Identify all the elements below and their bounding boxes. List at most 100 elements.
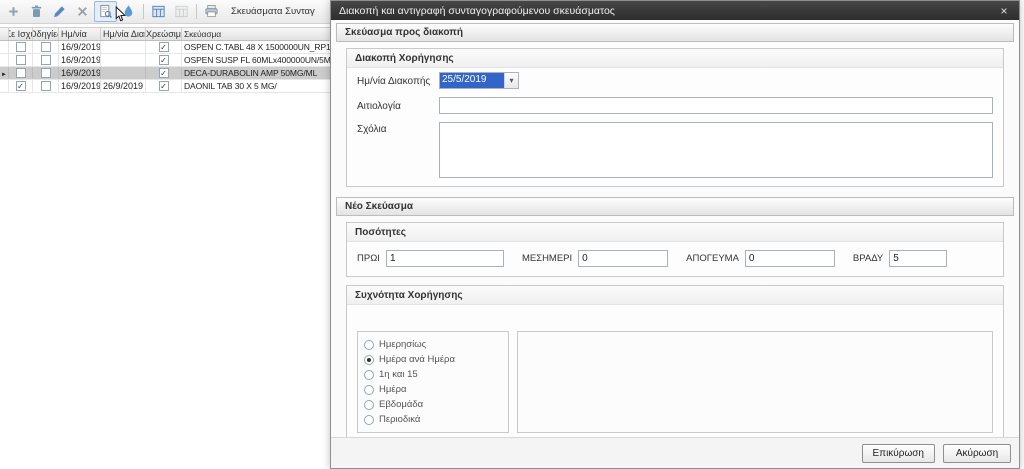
- add-button[interactable]: [2, 1, 25, 22]
- date-cell: 16/9/2019: [59, 80, 101, 92]
- reason-input[interactable]: [439, 97, 993, 114]
- active-cell[interactable]: [9, 41, 33, 53]
- confirm-button[interactable]: Επικύρωση: [862, 444, 936, 463]
- frequency-detail-panel: [517, 331, 993, 433]
- printer-icon: [204, 4, 219, 19]
- freq-option-first-and-15th[interactable]: 1η και 15: [364, 369, 502, 380]
- chargeable-cell[interactable]: [146, 54, 182, 66]
- schedule-button[interactable]: [147, 1, 170, 22]
- column-header-instructions[interactable]: Οδηγίες: [33, 28, 59, 40]
- qty-input-evening[interactable]: [889, 250, 947, 267]
- column-header-date[interactable]: Ημ/νία: [59, 28, 101, 40]
- freq-option-day[interactable]: Ημέρα: [364, 384, 502, 395]
- active-checkbox[interactable]: [16, 42, 26, 52]
- active-checkbox[interactable]: [16, 81, 26, 91]
- x-icon: [75, 4, 90, 19]
- radio-icon: [364, 385, 374, 395]
- medication-name-cell: OSPEN C.TABL 48 X 1500000UN_RP12: [182, 41, 331, 53]
- table-row[interactable]: 16/9/2019 OSPEN C.TABL 48 X 1500000UN_RP…: [0, 41, 331, 54]
- chargeable-checkbox[interactable]: [159, 81, 169, 91]
- chargeable-cell[interactable]: [146, 67, 182, 79]
- stop-date-combobox[interactable]: 25/5/2019: [439, 72, 519, 89]
- medication-grid: Σε Ισχύ Οδηγίες Ημ/νία Ημ/νία Διακ Χρεώσ…: [0, 27, 331, 93]
- delete-button[interactable]: [25, 1, 48, 22]
- freq-option-label: 1η και 15: [379, 369, 418, 380]
- chargeable-cell[interactable]: [146, 80, 182, 92]
- qty-input-morning[interactable]: [386, 250, 504, 267]
- qty-field-noon: ΜΕΣΗΜΕΡΙ: [522, 250, 668, 267]
- instructions-cell[interactable]: [33, 67, 59, 79]
- reason-label: Αιτιολογία: [357, 99, 439, 112]
- qty-input-afternoon[interactable]: [745, 250, 835, 267]
- column-header-medication[interactable]: Σκεύασμα: [182, 28, 331, 40]
- radio-icon: [364, 355, 374, 365]
- chargeable-cell[interactable]: [146, 41, 182, 53]
- stop-date-cell: [101, 67, 146, 79]
- table-row[interactable]: 16/9/2019 26/9/2019 DAONIL TAB 30 X 5 MG…: [0, 80, 331, 93]
- preview-button[interactable]: [94, 1, 117, 22]
- dialog-body: Σκεύασμα προς διακοπή Διακοπή Χορήγησης …: [331, 20, 1019, 437]
- edit-button[interactable]: [48, 1, 71, 22]
- column-header-stop-date[interactable]: Ημ/νία Διακ: [101, 28, 146, 40]
- column-header-active[interactable]: Σε Ισχύ: [9, 28, 33, 40]
- group-frequency: Συχνότητα Χορήγησης Ημερησίως Ημέρα ανά …: [346, 285, 1004, 437]
- date-cell: 16/9/2019: [59, 41, 101, 53]
- group-title-discontinue: Διακοπή Χορήγησης: [347, 49, 1003, 68]
- qty-field-morning: ΠΡΩΙ: [357, 250, 504, 267]
- qty-input-noon[interactable]: [578, 250, 668, 267]
- table-row[interactable]: 16/9/2019 DECA-DURABOLIN AMP 50MG/ML: [0, 67, 331, 80]
- dialog-titlebar: Διακοπή και αντιγραφή συνταγογραφούμενου…: [331, 1, 1019, 20]
- qty-label-noon: ΜΕΣΗΜΕΡΙ: [522, 253, 572, 264]
- date-cell: 16/9/2019: [59, 54, 101, 66]
- qty-label-evening: ΒΡΑΔΥ: [853, 253, 883, 264]
- schedule-alt-button[interactable]: [170, 1, 193, 22]
- table-gray-icon: [174, 4, 189, 19]
- plus-icon: [6, 4, 21, 19]
- active-cell[interactable]: [9, 54, 33, 66]
- cancel-edit-button[interactable]: [71, 1, 94, 22]
- close-icon[interactable]: ×: [997, 4, 1011, 18]
- cancel-button[interactable]: Ακύρωση: [943, 444, 1011, 463]
- active-cell[interactable]: [9, 67, 33, 79]
- chargeable-checkbox[interactable]: [159, 68, 169, 78]
- stop-date-cell: [101, 54, 146, 66]
- date-cell: 16/9/2019: [59, 67, 101, 79]
- group-quantities: Ποσότητες ΠΡΩΙ ΜΕΣΗΜΕΡΙ ΑΠΟΓΕΥΜΑ ΒΡΑΔΥ: [346, 222, 1004, 277]
- freq-option-every-other-day[interactable]: Ημέρα ανά Ημέρα: [364, 354, 502, 365]
- row-indicator-cell: [0, 54, 9, 66]
- toolbar: Σκευάσματα Συνταγ: [0, 0, 332, 24]
- comments-textarea[interactable]: [439, 122, 993, 178]
- chargeable-checkbox[interactable]: [159, 55, 169, 65]
- active-checkbox[interactable]: [16, 55, 26, 65]
- instructions-checkbox[interactable]: [41, 55, 51, 65]
- table-row[interactable]: 16/9/2019 OSPEN SUSP FL 60MLx400000UN/5M…: [0, 54, 331, 67]
- row-indicator-cell: [0, 67, 9, 79]
- qty-field-evening: ΒΡΑΔΥ: [853, 250, 947, 267]
- instructions-cell[interactable]: [33, 41, 59, 53]
- toolbar-separator: [196, 4, 197, 19]
- freq-option-daily[interactable]: Ημερησίως: [364, 339, 502, 350]
- instructions-checkbox[interactable]: [41, 42, 51, 52]
- active-cell[interactable]: [9, 80, 33, 92]
- instructions-cell[interactable]: [33, 54, 59, 66]
- column-header-chargeable[interactable]: Χρεώσιμ: [146, 28, 182, 40]
- freq-option-label: Ημερησίως: [379, 339, 426, 350]
- group-discontinue-administration: Διακοπή Χορήγησης Ημ/νία Διακοπής 25/5/2…: [346, 48, 1004, 187]
- stop-date-value: 25/5/2019: [440, 73, 504, 88]
- active-checkbox[interactable]: [16, 68, 26, 78]
- freq-option-week[interactable]: Εβδομάδα: [364, 399, 502, 410]
- chevron-down-icon[interactable]: [504, 73, 518, 88]
- dialog-footer: Επικύρωση Ακύρωση: [331, 437, 1019, 468]
- print-button[interactable]: [200, 1, 223, 22]
- medication-name-cell: DECA-DURABOLIN AMP 50MG/ML: [182, 67, 331, 79]
- freq-option-label: Περιοδικά: [379, 414, 420, 425]
- instructions-checkbox[interactable]: [41, 68, 51, 78]
- frequency-options-panel: Ημερησίως Ημέρα ανά Ημέρα 1η και 15 Ημέρ…: [357, 331, 509, 433]
- dialog-discontinue-copy: Διακοπή και αντιγραφή συνταγογραφούμενου…: [330, 0, 1020, 469]
- column-header-indicator: [0, 28, 9, 40]
- row-indicator-cell: [0, 41, 9, 53]
- chargeable-checkbox[interactable]: [159, 42, 169, 52]
- freq-option-periodic[interactable]: Περιοδικά: [364, 414, 502, 425]
- instructions-checkbox[interactable]: [41, 81, 51, 91]
- instructions-cell[interactable]: [33, 80, 59, 92]
